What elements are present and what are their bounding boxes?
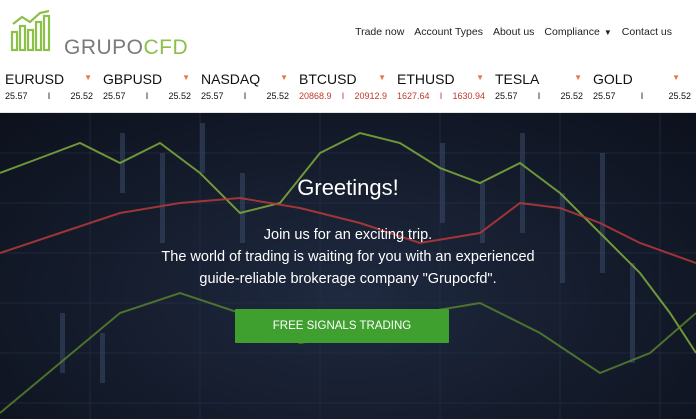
nav-compliance[interactable]: Compliance ▼ xyxy=(544,26,611,38)
hero-text-line: guide-reliable brokerage company "Grupoc… xyxy=(199,271,497,287)
ticker-ask: 20912.9 xyxy=(354,91,387,101)
nav-account-types[interactable]: Account Types xyxy=(414,26,483,38)
brand-name-part1: GRUPO xyxy=(64,36,144,59)
site-header: GRUPOCFD Trade now Account Types About u… xyxy=(0,0,696,67)
nav-contact-us[interactable]: Contact us xyxy=(622,26,672,38)
ticker-symbol: EURUSD xyxy=(5,71,65,87)
ticker-separator: I xyxy=(145,91,149,101)
down-arrow-icon: ▼ xyxy=(182,73,190,82)
caret-down-icon: ▼ xyxy=(603,28,612,37)
ticker-separator: I xyxy=(243,91,247,101)
ticker-prices: 25.57 I 25.52 xyxy=(5,91,93,101)
ticker-prices: 1627.64 I 1630.94 xyxy=(397,91,485,101)
ticker-separator: I xyxy=(640,91,644,101)
hero-text-line: The world of trading is waiting for you … xyxy=(161,249,535,265)
nav-trade-now[interactable]: Trade now xyxy=(355,26,404,38)
ticker-prices: 25.57 I 25.52 xyxy=(103,91,191,101)
brand-logo[interactable]: GRUPOCFD xyxy=(10,9,188,59)
ticker-symbol: BTCUSD xyxy=(299,71,357,87)
ticker-ask: 25.52 xyxy=(168,91,191,101)
ticker-item[interactable]: GBPUSD ▼ 25.57 I 25.52 xyxy=(98,67,196,113)
ticker-ask: 1630.94 xyxy=(452,91,485,101)
ticker-ask: 25.52 xyxy=(266,91,289,101)
ticker-ask: 25.52 xyxy=(70,91,93,101)
ticker-bid: 1627.64 xyxy=(397,91,430,101)
main-nav: Trade now Account Types About us Complia… xyxy=(355,26,672,38)
nav-about-us[interactable]: About us xyxy=(493,26,534,38)
ticker-symbol: GBPUSD xyxy=(103,71,163,87)
ticker-item[interactable]: EURUSD ▼ 25.57 I 25.52 xyxy=(0,67,98,113)
brand-wordmark: GRUPOCFD xyxy=(64,36,188,60)
ticker-separator: I xyxy=(439,91,443,101)
ticker-bid: 20868.9 xyxy=(299,91,332,101)
ticker-prices: 25.57 I 25.52 xyxy=(201,91,289,101)
ticker-bid: 25.57 xyxy=(495,91,518,101)
ticker-prices: 25.57 I 25.52 xyxy=(495,91,583,101)
down-arrow-icon: ▼ xyxy=(574,73,582,82)
ticker-item[interactable]: TESLA ▼ 25.57 I 25.52 xyxy=(490,67,588,113)
ticker-symbol: TESLA xyxy=(495,71,540,87)
ticker-bid: 25.57 xyxy=(103,91,126,101)
ticker-bid: 25.57 xyxy=(593,91,616,101)
free-signals-button[interactable]: FREE SIGNALS TRADING xyxy=(235,309,449,343)
ticker-item[interactable]: GOLD ▼ 25.57 I 25.52 xyxy=(588,67,696,113)
ticker-ask: 25.52 xyxy=(560,91,583,101)
price-ticker: EURUSD ▼ 25.57 I 25.52 GBPUSD ▼ 25.57 I … xyxy=(0,67,696,113)
nav-compliance-label: Compliance xyxy=(544,26,600,38)
down-arrow-icon: ▼ xyxy=(476,73,484,82)
ticker-symbol: ETHUSD xyxy=(397,71,455,87)
hero-title: Greetings! xyxy=(297,175,399,200)
ticker-symbol: GOLD xyxy=(593,71,633,87)
brand-name-part2: CFD xyxy=(143,36,189,59)
down-arrow-icon: ▼ xyxy=(84,73,92,82)
trading-chart-background xyxy=(0,113,696,419)
ticker-bid: 25.57 xyxy=(201,91,224,101)
ticker-separator: I xyxy=(537,91,541,101)
ticker-separator: I xyxy=(47,91,51,101)
ticker-prices: 20868.9 I 20912.9 xyxy=(299,91,387,101)
ticker-item[interactable]: BTCUSD ▼ 20868.9 I 20912.9 xyxy=(294,67,392,113)
hero-section: Greetings! Join us for an exciting trip.… xyxy=(0,113,696,419)
down-arrow-icon: ▼ xyxy=(378,73,386,82)
ticker-item[interactable]: ETHUSD ▼ 1627.64 I 1630.94 xyxy=(392,67,490,113)
ticker-separator: I xyxy=(341,91,345,101)
ticker-ask: 25.52 xyxy=(668,91,691,101)
ticker-symbol: NASDAQ xyxy=(201,71,261,87)
ticker-item[interactable]: NASDAQ ▼ 25.57 I 25.52 xyxy=(196,67,294,113)
logo-chart-icon xyxy=(10,9,51,52)
down-arrow-icon: ▼ xyxy=(672,73,680,82)
ticker-prices: 25.57 I 25.52 xyxy=(593,91,691,101)
hero-text-line: Join us for an exciting trip. xyxy=(263,227,433,243)
ticker-bid: 25.57 xyxy=(5,91,28,101)
down-arrow-icon: ▼ xyxy=(280,73,288,82)
